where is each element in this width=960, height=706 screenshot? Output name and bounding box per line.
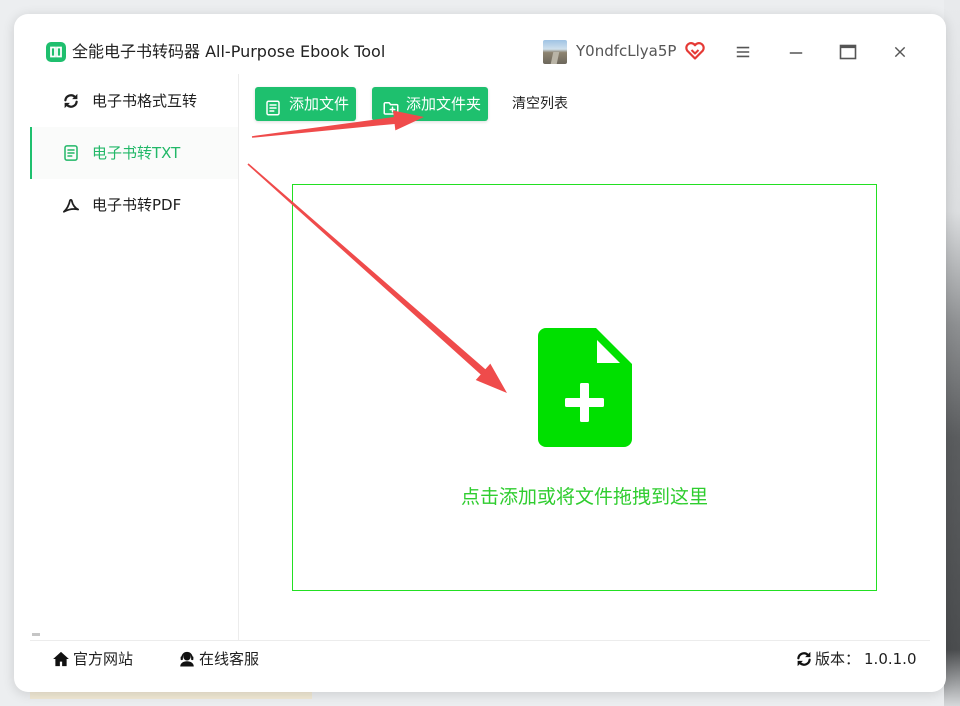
desktop-screen: 全能电子书转码器 All-Purpose Ebook Tool Y0ndfcLl… (0, 0, 960, 706)
file-drop-zone[interactable]: 点击添加或将文件拖拽到这里 (292, 184, 877, 591)
menu-icon (736, 46, 750, 58)
convert-refresh-icon (62, 92, 80, 110)
close-icon (894, 46, 906, 58)
add-folder-icon (382, 95, 400, 115)
customer-service-icon (178, 650, 196, 668)
sidebar-item-label: 电子书转PDF (92, 196, 182, 214)
sidebar-item-label: 电子书转TXT (92, 144, 181, 162)
refresh-icon (795, 650, 813, 668)
desktop-background-edge (944, 0, 960, 706)
online-support-link[interactable]: 在线客服 (178, 641, 288, 676)
sidebar-item-to-txt[interactable]: 电子书转TXT (30, 127, 238, 179)
title-bar[interactable]: 全能电子书转码器 All-Purpose Ebook Tool Y0ndfcLl… (30, 30, 930, 74)
sidebar-item-label: 电子书格式互转 (92, 92, 198, 110)
home-icon (52, 650, 70, 668)
vip-heart-icon[interactable] (685, 42, 705, 60)
username[interactable]: Y0ndfcLlya5P (576, 40, 676, 62)
sidebar-item-format-convert[interactable]: 电子书格式互转 (30, 75, 238, 127)
menu-button[interactable] (728, 37, 758, 67)
add-file-button[interactable]: 添加文件 (255, 87, 356, 121)
version-label: 版本： (815, 650, 861, 668)
app-logo-icon (46, 42, 66, 62)
version-text: 版本： 1.0.1.0 (815, 648, 917, 670)
close-button[interactable] (885, 37, 915, 67)
maximize-icon (839, 44, 857, 60)
clear-list-button[interactable]: 清空列表 (508, 87, 572, 121)
txt-document-icon (62, 144, 80, 162)
add-file-label: 添加文件 (289, 95, 350, 113)
add-folder-label: 添加文件夹 (406, 95, 482, 113)
status-footer: 官方网站 在线客服 版本： 1.0.1.0 (30, 640, 930, 676)
app-title: 全能电子书转码器 All-Purpose Ebook Tool (72, 42, 386, 61)
resize-grip (32, 633, 40, 636)
add-file-icon (264, 95, 282, 116)
pdf-acrobat-icon (62, 196, 80, 214)
add-folder-button[interactable]: 添加文件夹 (372, 87, 488, 121)
version-value: 1.0.1.0 (864, 650, 917, 668)
version-info[interactable]: 版本： 1.0.1.0 (795, 641, 925, 676)
minimize-button[interactable] (781, 38, 811, 68)
online-support-label: 在线客服 (199, 650, 260, 668)
maximize-button[interactable] (833, 37, 863, 67)
main-panel: 添加文件 添加文件夹 清空列表 点击添加或将文件拖拽到这里 (239, 74, 930, 640)
sidebar-item-to-pdf[interactable]: 电子书转PDF (30, 179, 238, 231)
file-plus-icon[interactable] (538, 328, 632, 447)
minimize-icon (789, 52, 803, 54)
drop-zone-hint: 点击添加或将文件拖拽到这里 (460, 486, 708, 508)
app-window: 全能电子书转码器 All-Purpose Ebook Tool Y0ndfcLl… (14, 14, 946, 692)
user-avatar[interactable] (543, 40, 567, 64)
sidebar: 电子书格式互转 电子书转TXT 电子书转PDF (30, 74, 239, 640)
official-website-label: 官方网站 (73, 650, 134, 668)
official-website-link[interactable]: 官方网站 (52, 641, 162, 676)
